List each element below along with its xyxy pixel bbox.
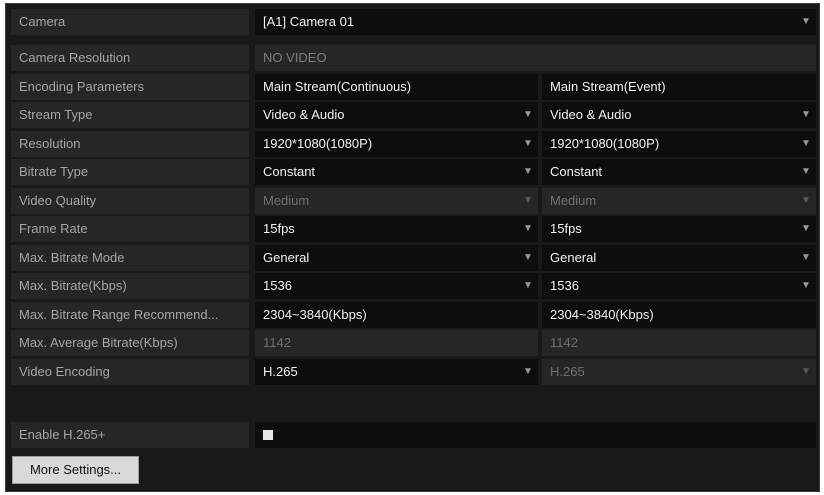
enable-h265plus-field	[255, 422, 816, 448]
encoding-parameters-row: Encoding Parameters Main Stream(Continuo…	[11, 74, 816, 100]
max-avg-bitrate-event-field: 1142	[542, 330, 816, 356]
max-bitrate-row: Max. Bitrate(Kbps) 1536 ▼ 1536 ▼	[11, 273, 816, 299]
video-quality-row: Video Quality Medium ▼ Medium ▼	[11, 188, 816, 214]
max-bitrate-range-row: Max. Bitrate Range Recommend... 2304~384…	[11, 302, 816, 328]
enable-h265plus-row: Enable H.265+	[11, 422, 816, 448]
video-quality-continuous-select: Medium ▼	[255, 188, 538, 214]
max-bitrate-mode-label: Max. Bitrate Mode	[11, 245, 249, 271]
resolution-event-select[interactable]: 1920*1080(1080P) ▼	[542, 131, 816, 157]
resolution-row: Resolution 1920*1080(1080P) ▼ 1920*1080(…	[11, 131, 816, 157]
frame-rate-continuous-select[interactable]: 15fps ▼	[255, 216, 538, 242]
chevron-down-icon: ▼	[801, 166, 811, 177]
chevron-down-icon: ▼	[523, 223, 533, 234]
chevron-down-icon: ▼	[801, 366, 811, 377]
video-encoding-event-select: H.265 ▼	[542, 359, 816, 385]
enable-h265plus-label: Enable H.265+	[11, 422, 249, 448]
video-encoding-event-value: H.265	[550, 364, 585, 379]
camera-resolution-value: NO VIDEO	[255, 45, 816, 71]
stream-type-continuous-select[interactable]: Video & Audio ▼	[255, 102, 538, 128]
max-bitrate-label: Max. Bitrate(Kbps)	[11, 273, 249, 299]
enable-h265plus-checkbox[interactable]	[263, 430, 273, 440]
frame-rate-event-select[interactable]: 15fps ▼	[542, 216, 816, 242]
stream-type-label: Stream Type	[11, 102, 249, 128]
stream-type-continuous-value: Video & Audio	[263, 107, 345, 122]
chevron-down-icon: ▼	[523, 252, 533, 263]
max-avg-bitrate-row: Max. Average Bitrate(Kbps) 1142 1142	[11, 330, 816, 356]
chevron-down-icon: ▼	[801, 280, 811, 291]
bitrate-type-event-select[interactable]: Constant ▼	[542, 159, 816, 185]
max-bitrate-mode-row: Max. Bitrate Mode General ▼ General ▼	[11, 245, 816, 271]
video-quality-event-select: Medium ▼	[542, 188, 816, 214]
max-bitrate-range-label: Max. Bitrate Range Recommend...	[11, 302, 249, 328]
bitrate-type-continuous-select[interactable]: Constant ▼	[255, 159, 538, 185]
max-bitrate-continuous-value: 1536	[263, 278, 292, 293]
max-bitrate-mode-continuous-select[interactable]: General ▼	[255, 245, 538, 271]
max-bitrate-mode-continuous-value: General	[263, 250, 310, 265]
max-bitrate-mode-event-select[interactable]: General ▼	[542, 245, 816, 271]
chevron-down-icon: ▼	[523, 280, 533, 291]
resolution-continuous-value: 1920*1080(1080P)	[263, 136, 373, 151]
bitrate-type-continuous-value: Constant	[263, 164, 316, 179]
video-encoding-continuous-value: H.265	[263, 364, 298, 379]
video-encoding-row: Video Encoding H.265 ▼ H.265 ▼	[11, 359, 816, 385]
max-bitrate-event-select[interactable]: 1536 ▼	[542, 273, 816, 299]
chevron-down-icon: ▼	[523, 195, 533, 206]
bitrate-type-label: Bitrate Type	[11, 159, 249, 185]
stream-type-event-value: Video & Audio	[550, 107, 632, 122]
max-bitrate-event-value: 1536	[550, 278, 579, 293]
stream-type-row: Stream Type Video & Audio ▼ Video & Audi…	[11, 102, 816, 128]
max-avg-bitrate-label: Max. Average Bitrate(Kbps)	[11, 330, 249, 356]
camera-label: Camera	[11, 9, 249, 35]
video-quality-continuous-value: Medium	[263, 193, 310, 208]
resolution-event-value: 1920*1080(1080P)	[550, 136, 660, 151]
chevron-down-icon: ▼	[801, 252, 811, 263]
camera-row: Camera [A1] Camera 01 ▼	[11, 9, 816, 35]
camera-value: [A1] Camera 01	[263, 14, 355, 29]
frame-rate-label: Frame Rate	[11, 216, 249, 242]
main-stream-event-header: Main Stream(Event)	[542, 74, 816, 100]
chevron-down-icon: ▼	[801, 16, 811, 27]
bitrate-type-event-value: Constant	[550, 164, 603, 179]
camera-select[interactable]: [A1] Camera 01 ▼	[255, 9, 816, 35]
frame-rate-event-value: 15fps	[550, 221, 582, 236]
max-avg-bitrate-continuous-field: 1142	[255, 330, 538, 356]
bitrate-type-row: Bitrate Type Constant ▼ Constant ▼	[11, 159, 816, 185]
frame-rate-continuous-value: 15fps	[263, 221, 295, 236]
max-bitrate-range-event-value: 2304~3840(Kbps)	[542, 302, 816, 328]
chevron-down-icon: ▼	[801, 195, 811, 206]
video-quality-event-value: Medium	[550, 193, 597, 208]
max-bitrate-range-continuous-value: 2304~3840(Kbps)	[255, 302, 538, 328]
resolution-continuous-select[interactable]: 1920*1080(1080P) ▼	[255, 131, 538, 157]
more-settings-button[interactable]: More Settings...	[12, 456, 139, 484]
chevron-down-icon: ▼	[523, 109, 533, 120]
camera-resolution-label: Camera Resolution	[11, 45, 249, 71]
resolution-label: Resolution	[11, 131, 249, 157]
chevron-down-icon: ▼	[523, 166, 533, 177]
camera-resolution-row: Camera Resolution NO VIDEO	[11, 45, 816, 71]
chevron-down-icon: ▼	[523, 366, 533, 377]
video-quality-label: Video Quality	[11, 188, 249, 214]
chevron-down-icon: ▼	[801, 223, 811, 234]
main-stream-continuous-header: Main Stream(Continuous)	[255, 74, 538, 100]
video-encoding-continuous-select[interactable]: H.265 ▼	[255, 359, 538, 385]
encoding-parameters-label: Encoding Parameters	[11, 74, 249, 100]
max-bitrate-continuous-select[interactable]: 1536 ▼	[255, 273, 538, 299]
chevron-down-icon: ▼	[523, 138, 533, 149]
stream-type-event-select[interactable]: Video & Audio ▼	[542, 102, 816, 128]
chevron-down-icon: ▼	[801, 138, 811, 149]
max-bitrate-mode-event-value: General	[550, 250, 597, 265]
encoding-settings-panel: Camera [A1] Camera 01 ▼ Camera Resolutio…	[5, 3, 820, 492]
chevron-down-icon: ▼	[801, 109, 811, 120]
frame-rate-row: Frame Rate 15fps ▼ 15fps ▼	[11, 216, 816, 242]
video-encoding-label: Video Encoding	[11, 359, 249, 385]
